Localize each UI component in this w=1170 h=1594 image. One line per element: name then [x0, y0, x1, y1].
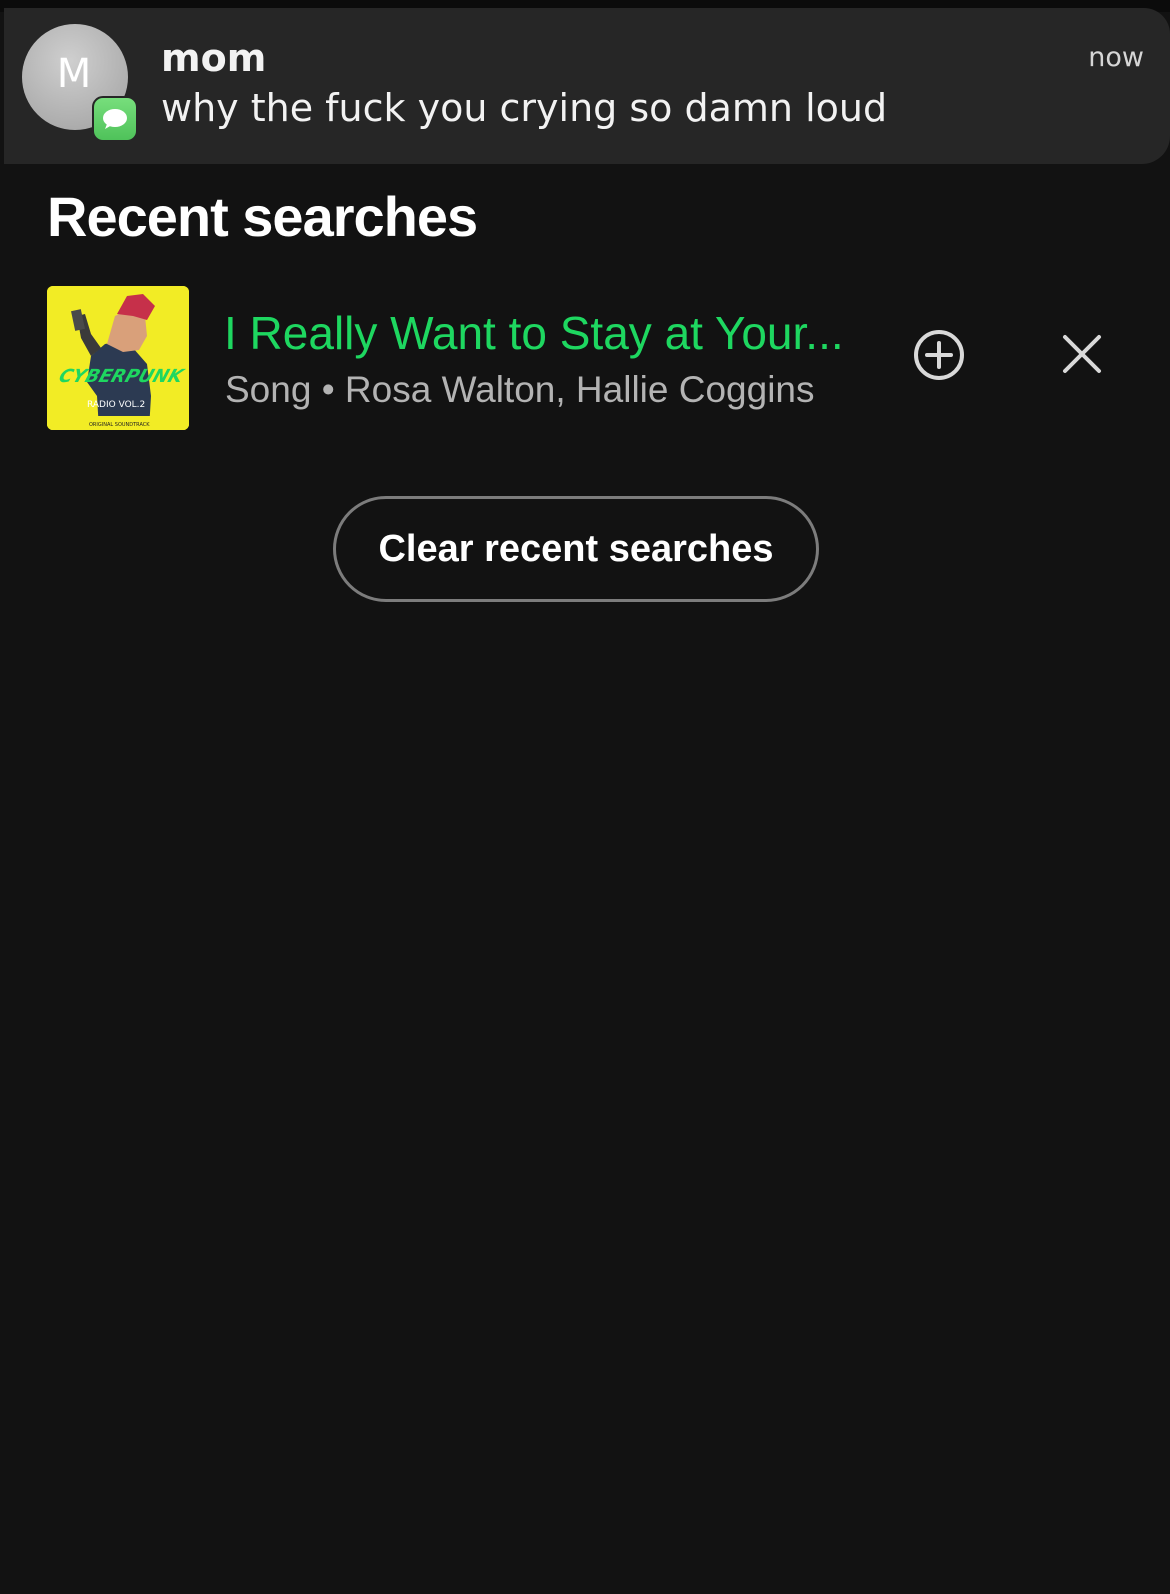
clear-recent-searches-button[interactable]: Clear recent searches [333, 496, 819, 602]
messages-bubble-icon [92, 96, 138, 142]
recent-search-item[interactable]: CYBERPUNK RADIO VOL.2 ORIGINAL SOUNDTRAC… [0, 286, 1170, 432]
notification-message: why the fuck you crying so damn loud [161, 86, 888, 130]
album-cover: CYBERPUNK RADIO VOL.2 ORIGINAL SOUNDTRAC… [47, 286, 189, 430]
cover-logo-text: CYBERPUNK [56, 366, 187, 386]
section-title: Recent searches [47, 185, 478, 248]
avatar-initial: M [56, 51, 92, 97]
cover-footer-text: ORIGINAL SOUNDTRACK [89, 422, 150, 428]
notification-sender: mom [161, 36, 267, 80]
notification-time: now [1088, 42, 1144, 73]
track-subtitle: Song • Rosa Walton, Hallie Coggins [225, 369, 815, 410]
cover-radio-text: RADIO VOL.2 [87, 400, 145, 410]
plus-circle-icon[interactable] [910, 326, 968, 384]
close-icon[interactable] [1060, 332, 1104, 376]
track-title: I Really Want to Stay at Your... [224, 307, 844, 359]
notification-banner[interactable]: M mom why the fuck you crying so damn lo… [4, 8, 1170, 164]
